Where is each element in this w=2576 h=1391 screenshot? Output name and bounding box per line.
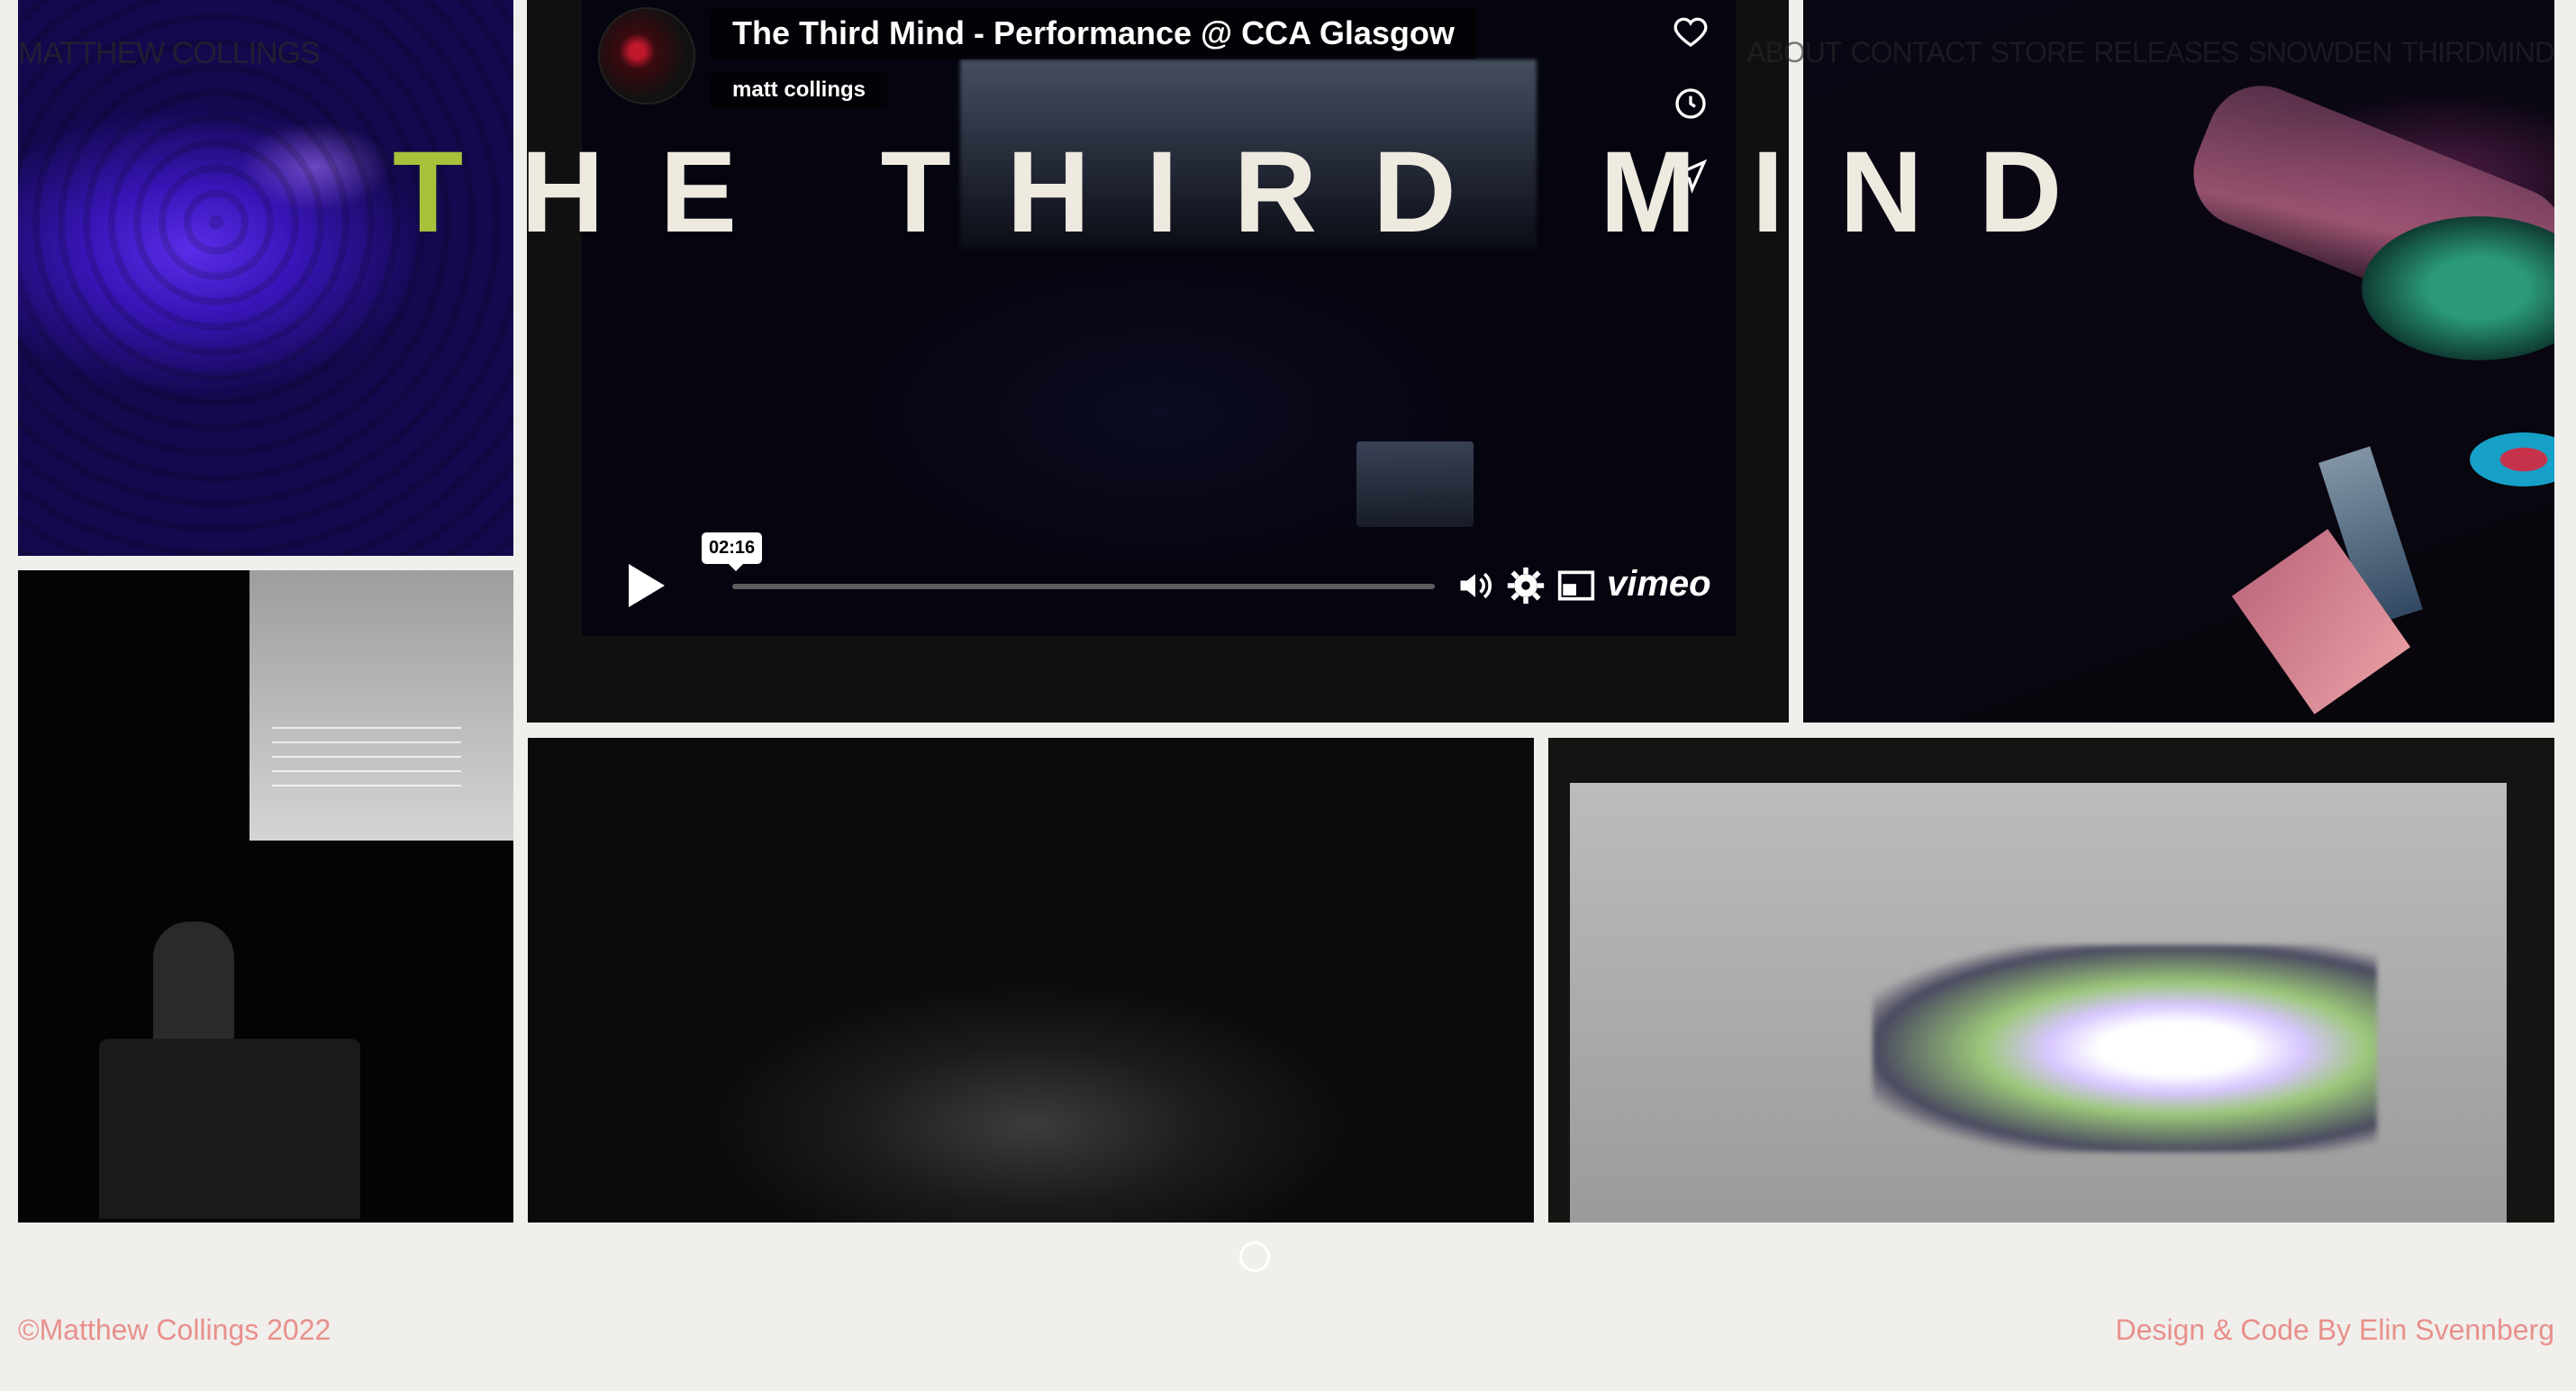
nav-thirdmind[interactable]: THIRDMIND <box>2400 36 2555 69</box>
main-nav: ABOUT CONTACT STORE RELEASES SNOWDEN THI… <box>1746 36 2555 69</box>
photo-projected-glitch <box>1548 738 2554 1223</box>
photo-performers-desk <box>18 570 513 1223</box>
video-author[interactable]: matt collings <box>711 72 888 108</box>
pip-icon[interactable] <box>1556 566 1596 605</box>
photo-projection <box>249 570 513 841</box>
photo-waveform <box>272 714 461 790</box>
video-frame-laptop <box>1356 441 1474 527</box>
heart-icon <box>1673 17 1708 47</box>
play-icon[interactable] <box>625 562 668 609</box>
time-tooltip: 02:16 <box>702 532 763 571</box>
progress-bar[interactable] <box>732 584 1435 589</box>
video-tile: The Third Mind - Performance @ CCA Glasg… <box>527 0 1789 723</box>
photo-feet-stones <box>528 738 1534 1223</box>
copyright: ©Matthew Collings 2022 <box>18 1314 331 1346</box>
page-title: T HE THIRD MIND <box>393 126 2118 259</box>
nav-contact[interactable]: CONTACT <box>1850 36 1982 69</box>
author-avatar[interactable] <box>598 7 695 105</box>
video-title[interactable]: The Third Mind - Performance @ CCA Glasg… <box>711 7 1476 59</box>
photo-disc <box>2470 432 2554 486</box>
slider-dot[interactable] <box>1239 1241 1270 1272</box>
photo-equipment <box>99 1039 360 1219</box>
photo-glitch-figure <box>1873 945 2377 1152</box>
vimeo-logo[interactable]: vimeo <box>1607 564 1711 605</box>
credits: Design & Code By Elin Svennberg <box>2115 1314 2554 1346</box>
nav-snowden[interactable]: SNOWDEN <box>2247 36 2392 69</box>
clock-icon <box>1675 88 1706 119</box>
player-controls: 02:16 vimeo <box>582 532 1736 636</box>
site-logo[interactable]: MATTHEW COLLINGS <box>18 36 321 71</box>
settings-icon[interactable] <box>1506 566 1546 605</box>
nav-about[interactable]: ABOUT <box>1746 36 1842 69</box>
nav-store[interactable]: STORE <box>1991 36 2086 69</box>
vimeo-player[interactable]: The Third Mind - Performance @ CCA Glasg… <box>582 0 1736 636</box>
volume-icon[interactable] <box>1456 566 1495 605</box>
like-button[interactable] <box>1666 7 1715 56</box>
photo-hand-turntable <box>1803 0 2554 723</box>
photo-blue-stones <box>18 0 513 556</box>
nav-releases[interactable]: RELEASES <box>2093 36 2239 69</box>
watch-later-button[interactable] <box>1666 79 1715 128</box>
title-accent-letter: T <box>393 128 466 257</box>
title-rest: HE THIRD MIND <box>521 128 2118 257</box>
